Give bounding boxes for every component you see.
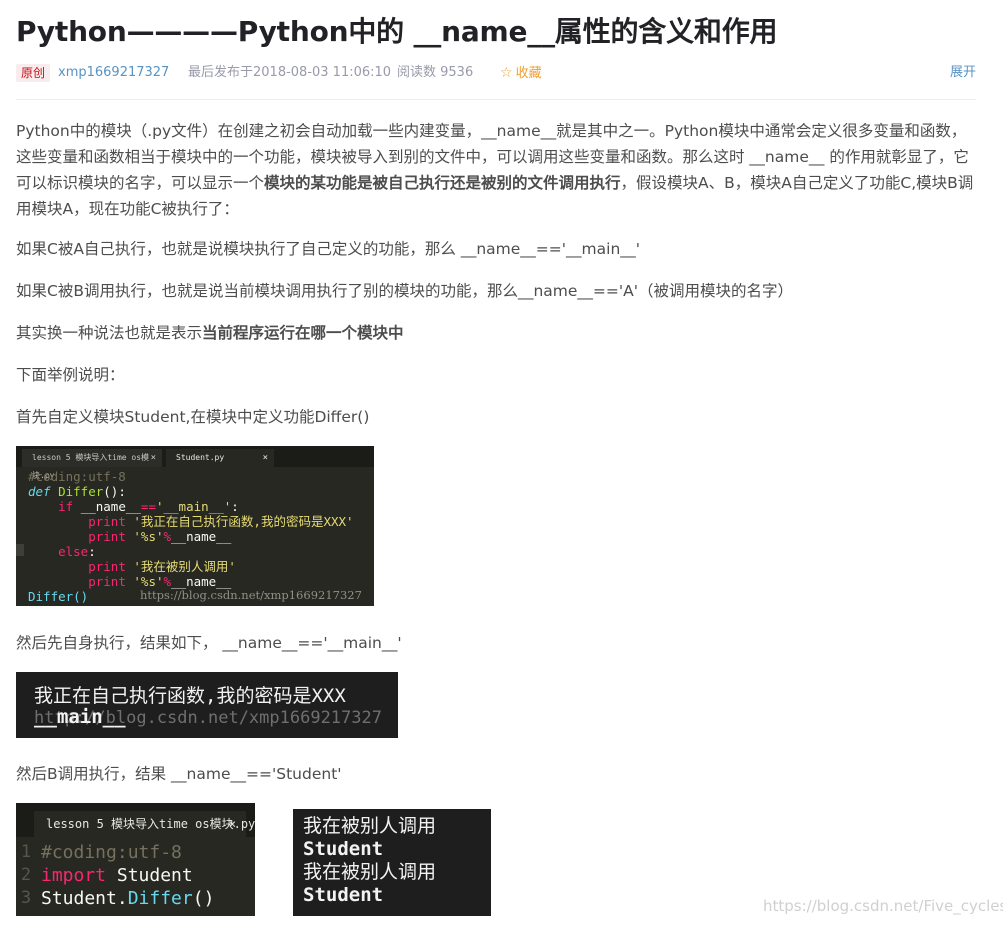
code-text: Student.: [41, 888, 128, 909]
code-text: __name__: [80, 499, 141, 514]
line-numbers: 1 2 3: [16, 841, 36, 910]
paragraph-summary: 其实换一种说法也就是表示当前程序运行在哪一个模块中: [16, 320, 981, 346]
code-operator: ==: [140, 499, 156, 514]
output-line: __main__: [34, 706, 126, 728]
line-number: 2: [20, 865, 32, 885]
code-string: '%s': [133, 529, 164, 544]
code-block: #coding:utf-8 def Differ(): if __name__=…: [28, 469, 354, 604]
output-block: 我在被别人调用 Student 我在被别人调用 Student: [303, 815, 436, 907]
code-keyword: print: [88, 559, 126, 574]
image-watermark: https://blog.csdn.net/xmp1669217327: [140, 588, 362, 602]
paragraph-case-a: 如果C被A自己执行，也就是说模块执行了自己定义的功能，那么 __name__==…: [16, 240, 641, 258]
code-block: #coding:utf-8 import Student Student.Dif…: [41, 841, 214, 910]
paragraph-case-b: 如果C被B调用执行，也就是说当前模块调用执行了别的模块的功能，那么__name_…: [16, 282, 794, 300]
paragraph-bold-text: 模块的某功能是被自己执行还是被别的文件调用执行: [264, 174, 621, 192]
paragraph-define-module: 首先自定义模块Student,在模块中定义功能Differ(): [16, 408, 370, 426]
code-text: :: [88, 544, 96, 559]
publish-date: 最后发布于2018-08-03 11:06:10: [188, 65, 392, 80]
code-comment: #coding:utf-8: [41, 842, 182, 863]
code-operator: %: [163, 529, 172, 544]
code-text: (): [192, 888, 215, 909]
close-icon: ×: [228, 817, 236, 831]
paragraph-bold-text: 当前程序运行在哪一个模块中: [202, 324, 404, 342]
tab-label: Student.py: [176, 453, 225, 462]
code-string: '%s': [133, 574, 164, 589]
paragraph-b-run: 然后B调用执行，结果 __name__=='Student': [16, 765, 342, 783]
code-string: '__main__': [155, 499, 232, 514]
output-line: 我在被别人调用: [303, 861, 437, 883]
editor-tab-lesson5: lesson 5 模块导入time os模块.py ×: [22, 449, 162, 480]
line-number: 1: [20, 842, 32, 862]
paragraph-text: 其实换一种说法也就是表示: [16, 324, 203, 342]
editor-tab-lesson5: lesson 5 模块导入time os模块.py ×: [34, 811, 255, 837]
paragraph-intro: Python中的模块（.py文件）在创建之初会自动加载一些内建变量，__name…: [16, 118, 981, 222]
expand-button[interactable]: 展开: [950, 62, 976, 84]
output-line: Student: [303, 884, 384, 906]
editor-tab-bar: lesson 5 模块导入time os模块.py × Student.py ×: [16, 446, 374, 480]
article-title: Python————Python中的 __name__属性的含义和作用: [16, 15, 778, 48]
code-text: __name__: [171, 529, 232, 544]
favorite-label: 收藏: [515, 66, 542, 81]
read-count: 阅读数 9536: [397, 65, 474, 80]
divider: [16, 99, 976, 100]
close-icon: ×: [262, 453, 268, 463]
code-screenshot-student: lesson 5 模块导入time os模块.py × Student.py × #…: [16, 446, 374, 606]
code-string: '我在被别人调用': [133, 559, 236, 574]
code-text: __name__: [171, 574, 232, 589]
gutter-marker: [16, 544, 24, 556]
code-operator: %: [163, 574, 172, 589]
output-line: Student: [303, 838, 384, 860]
page-watermark: https://blog.csdn.net/Five_cycles: [763, 897, 1003, 915]
code-keyword: if: [58, 499, 74, 514]
star-outline-icon: ☆: [500, 65, 513, 81]
close-icon: ×: [150, 453, 156, 463]
code-comment: #coding:utf-8: [28, 469, 126, 484]
code-text: :: [231, 499, 239, 514]
code-function: Differ: [127, 888, 193, 909]
favorite-button[interactable]: ☆ 收藏: [500, 62, 542, 85]
output-line: 我正在自己执行函数,我的密码是XXX: [34, 685, 346, 707]
code-keyword: def: [28, 484, 51, 499]
output-screenshot-called: 我在被别人调用 Student 我在被别人调用 Student: [293, 809, 491, 916]
editor-tab-bar: lesson 5 模块导入time os模块.py ×: [16, 803, 255, 837]
editor-tab-student: Student.py ×: [166, 449, 274, 467]
output-line: 我在被别人调用: [303, 815, 437, 837]
code-keyword: else: [58, 544, 89, 559]
article-meta-bar: 原创 xmp1669217327 最后发布于2018-08-03 11:06:1…: [16, 62, 976, 84]
code-function: Differ: [58, 484, 104, 499]
code-call: Differ(): [28, 589, 89, 604]
original-badge: 原创: [16, 64, 51, 82]
code-string: '我正在自己执行函数,我的密码是XXX': [133, 514, 354, 529]
paragraph-self-run: 然后先自身执行，结果如下， __name__=='__main__': [16, 634, 402, 652]
code-text: Student: [106, 865, 193, 886]
output-screenshot-self: http://blog.csdn.net/xmp1669217327 我正在自己…: [16, 672, 398, 738]
line-number: 3: [20, 888, 32, 908]
paragraph-example-intro: 下面举例说明：: [16, 366, 125, 384]
code-keyword: print: [88, 529, 126, 544]
code-text: ():: [103, 484, 126, 499]
code-keyword: print: [88, 574, 126, 589]
code-keyword: import: [41, 865, 107, 886]
code-screenshot-import: lesson 5 模块导入time os模块.py × 1 2 3 #coding:u…: [16, 803, 255, 916]
tab-label: lesson 5 模块导入time os模块.py: [46, 817, 255, 831]
author-link[interactable]: xmp1669217327: [58, 62, 169, 84]
code-keyword: print: [88, 514, 126, 529]
